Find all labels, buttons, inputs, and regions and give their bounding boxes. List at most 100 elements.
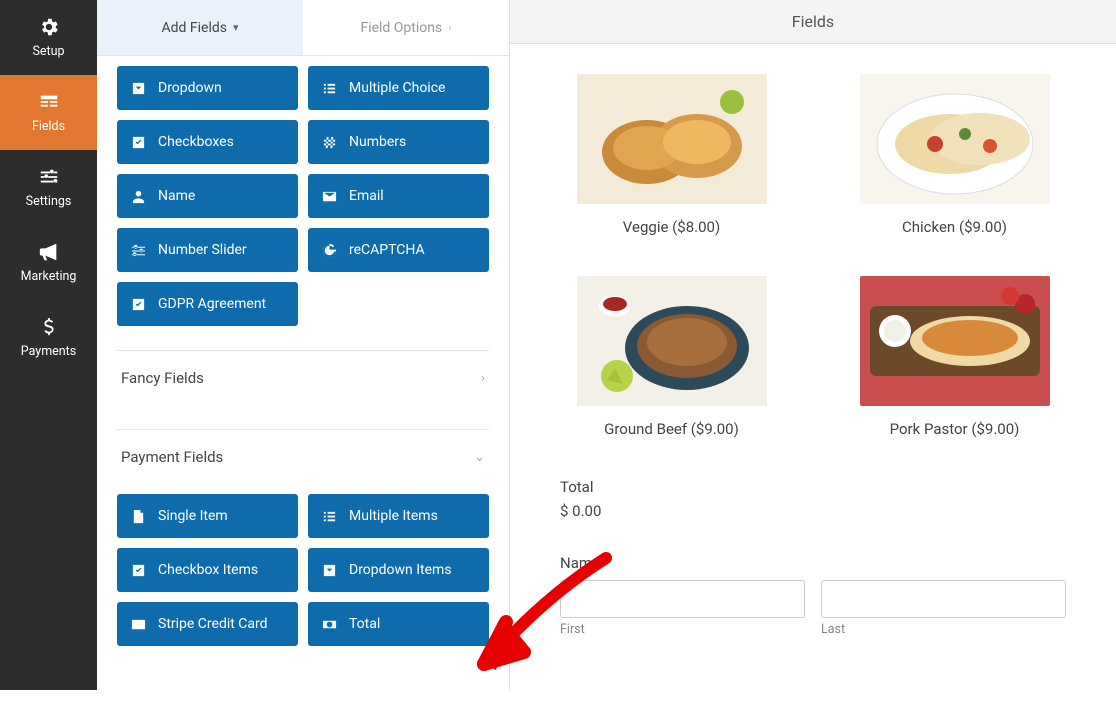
bullhorn-icon (38, 241, 60, 263)
hash-icon (322, 135, 337, 150)
panel-tabs: Add Fields ▾ Field Options › (97, 0, 509, 56)
dollar-icon (38, 316, 60, 338)
last-name-input[interactable] (821, 580, 1066, 618)
food-illustration-icon (577, 276, 767, 406)
sliders-icon (38, 166, 60, 188)
credit-card-icon (131, 617, 146, 632)
field-dropdown-items[interactable]: Dropdown Items (308, 548, 489, 592)
chevron-right-icon: › (481, 371, 485, 386)
field-stripe[interactable]: Stripe Credit Card (117, 602, 298, 646)
tab-label: Add Fields (161, 20, 227, 36)
field-label: Name (158, 188, 195, 204)
field-label: Checkboxes (158, 134, 234, 150)
field-checkboxes[interactable]: Checkboxes (117, 120, 298, 164)
sidebar-item-marketing[interactable]: Marketing (0, 225, 97, 300)
menu-item-pork-pastor[interactable]: Pork Pastor ($9.00) (843, 276, 1066, 438)
field-numbers[interactable]: Numbers (308, 120, 489, 164)
sidebar-label: Fields (32, 119, 65, 134)
google-g-icon (322, 243, 337, 258)
field-label: Multiple Items (349, 508, 438, 524)
menu-image (577, 74, 767, 204)
field-label: Numbers (349, 134, 406, 150)
field-label: Total (349, 616, 380, 632)
preview-title: Fields (792, 12, 834, 31)
preview-pane: Fields Veggie ($8.00) (510, 0, 1116, 690)
money-icon (322, 617, 337, 632)
sidebar-item-payments[interactable]: Payments (0, 300, 97, 375)
menu-item-chicken[interactable]: Chicken ($9.00) (843, 74, 1066, 236)
required-mark: * (602, 554, 608, 572)
food-illustration-icon (577, 74, 767, 204)
chevron-down-icon: ⌄ (474, 450, 485, 465)
sliders-icon (131, 243, 146, 258)
section-payment-fields[interactable]: Payment Fields ⌄ (117, 429, 489, 484)
check-square-icon (131, 563, 146, 578)
field-name[interactable]: Name (117, 174, 298, 218)
menu-item-label: Chicken ($9.00) (843, 218, 1066, 236)
sidebar-item-setup[interactable]: Setup (0, 0, 97, 75)
sidebar-label: Setup (32, 44, 64, 59)
standard-fields-grid: Dropdown Multiple Choice Checkboxes Numb… (117, 56, 489, 326)
field-number-slider[interactable]: Number Slider (117, 228, 298, 272)
last-name-sublabel: Last (821, 622, 1066, 637)
sidebar-label: Settings (26, 194, 72, 209)
first-name-sublabel: First (560, 622, 805, 637)
tab-field-options[interactable]: Field Options › (303, 0, 509, 55)
menu-item-label: Pork Pastor ($9.00) (843, 420, 1066, 438)
gear-icon (38, 16, 60, 38)
name-label-text: Name (560, 554, 600, 572)
list-icon (322, 81, 337, 96)
food-illustration-icon (860, 276, 1050, 406)
sidebar-label: Payments (21, 344, 76, 359)
menu-item-ground-beef[interactable]: Ground Beef ($9.00) (560, 276, 783, 438)
tab-label: Field Options (360, 20, 442, 36)
tab-add-fields[interactable]: Add Fields ▾ (97, 0, 303, 55)
field-dropdown[interactable]: Dropdown (117, 66, 298, 110)
field-gdpr[interactable]: GDPR Agreement (117, 282, 298, 326)
field-label: Multiple Choice (349, 80, 445, 96)
left-sidebar: Setup Fields Settings Marketing Payments (0, 0, 97, 690)
name-field-label: Name* (560, 554, 1066, 572)
field-label: Email (349, 188, 384, 204)
menu-image (860, 74, 1050, 204)
payment-fields-grid: Single Item Multiple Items Checkbox Item… (117, 484, 489, 646)
section-title: Payment Fields (121, 448, 223, 466)
total-value: $ 0.00 (560, 502, 1066, 520)
field-total[interactable]: Total (308, 602, 489, 646)
field-label: Stripe Credit Card (158, 616, 268, 632)
field-label: Number Slider (158, 242, 247, 258)
field-email[interactable]: Email (308, 174, 489, 218)
file-icon (131, 509, 146, 524)
field-checkbox-items[interactable]: Checkbox Items (117, 548, 298, 592)
sidebar-item-fields[interactable]: Fields (0, 75, 97, 150)
menu-image (577, 276, 767, 406)
total-field[interactable]: Total $ 0.00 (560, 478, 1066, 520)
field-multiple-items[interactable]: Multiple Items (308, 494, 489, 538)
section-fancy-fields[interactable]: Fancy Fields › (117, 350, 489, 405)
sidebar-item-settings[interactable]: Settings (0, 150, 97, 225)
check-square-icon (131, 135, 146, 150)
menu-items-grid: Veggie ($8.00) Chicken ($9.00) (560, 74, 1066, 438)
menu-item-label: Veggie ($8.00) (560, 218, 783, 236)
first-name-input[interactable] (560, 580, 805, 618)
user-icon (131, 189, 146, 204)
form-icon (38, 91, 60, 113)
chevron-right-icon: › (448, 21, 451, 34)
food-illustration-icon (860, 74, 1050, 204)
field-multiple-choice[interactable]: Multiple Choice (308, 66, 489, 110)
menu-item-veggie[interactable]: Veggie ($8.00) (560, 74, 783, 236)
preview-body[interactable]: Veggie ($8.00) Chicken ($9.00) (510, 44, 1116, 690)
name-field[interactable]: Name* First Last (560, 554, 1066, 637)
field-single-item[interactable]: Single Item (117, 494, 298, 538)
field-label: Single Item (158, 508, 228, 524)
field-label: reCAPTCHA (349, 242, 425, 258)
field-recaptcha[interactable]: reCAPTCHA (308, 228, 489, 272)
field-label: Dropdown (158, 80, 222, 96)
list-icon (322, 509, 337, 524)
menu-image (860, 276, 1050, 406)
check-square-icon (131, 297, 146, 312)
field-label: Dropdown Items (349, 562, 452, 578)
panel-scroll[interactable]: Dropdown Multiple Choice Checkboxes Numb… (97, 56, 509, 690)
field-label: Checkbox Items (158, 562, 258, 578)
total-label: Total (560, 478, 1066, 496)
